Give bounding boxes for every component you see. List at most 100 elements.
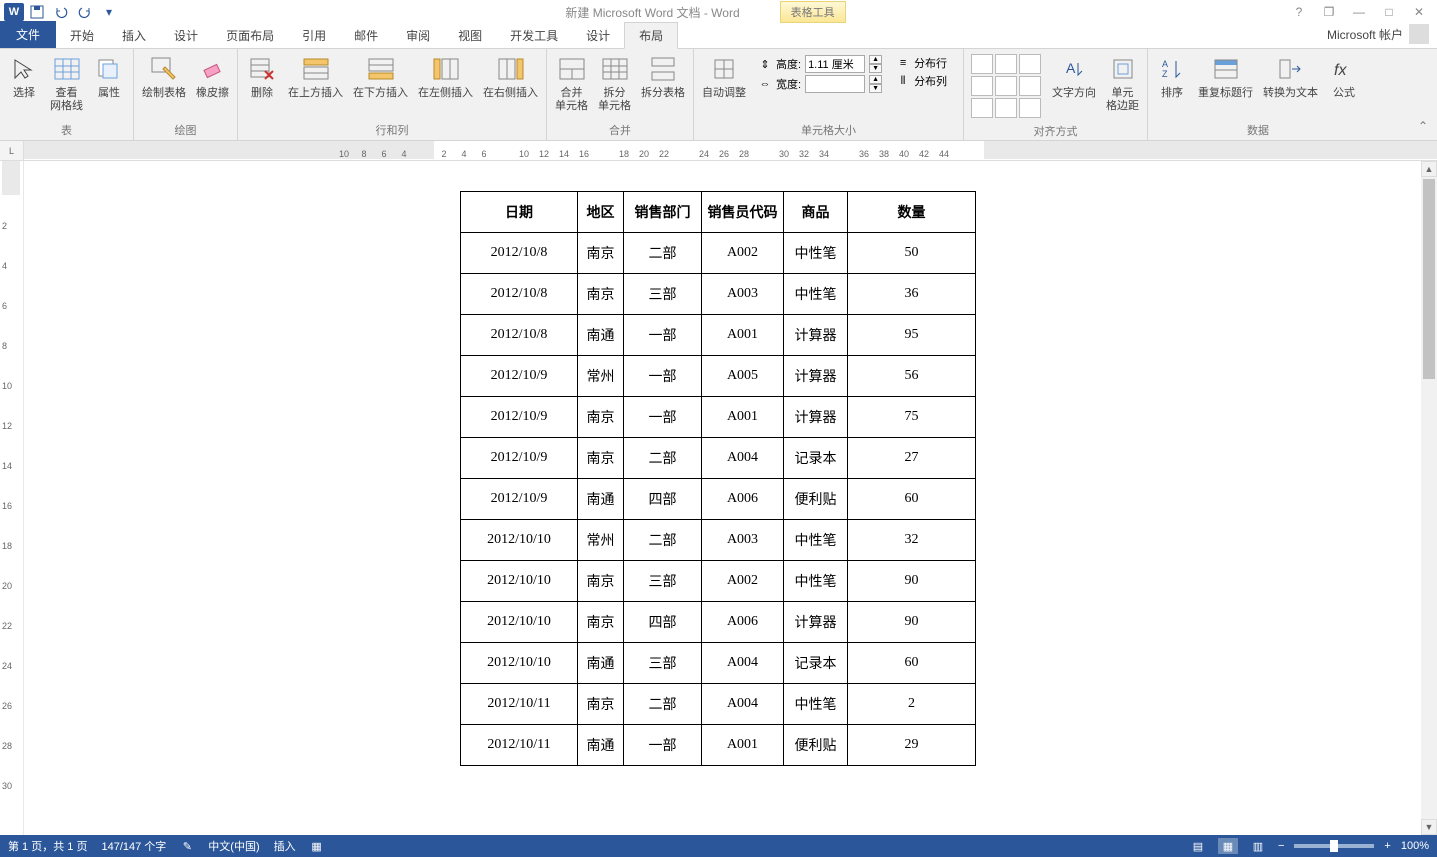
align-middle-right-button[interactable]: [1019, 76, 1041, 96]
table-header-cell[interactable]: 销售部门: [624, 192, 702, 233]
horizontal-ruler[interactable]: 1086424610121416182022242628303234363840…: [24, 141, 1437, 161]
table-cell[interactable]: A001: [702, 397, 784, 438]
table-cell[interactable]: 计算器: [784, 315, 848, 356]
table-cell[interactable]: 四部: [624, 602, 702, 643]
table-cell[interactable]: 2012/10/8: [461, 274, 578, 315]
sort-button[interactable]: AZ排序: [1152, 51, 1192, 102]
table-header-cell[interactable]: 地区: [578, 192, 624, 233]
table-header-cell[interactable]: 日期: [461, 192, 578, 233]
table-cell[interactable]: 南京: [578, 684, 624, 725]
maximize-icon[interactable]: □: [1381, 4, 1397, 20]
table-cell[interactable]: 南通: [578, 725, 624, 766]
table-header-cell[interactable]: 数量: [848, 192, 976, 233]
table-cell[interactable]: 2012/10/8: [461, 233, 578, 274]
table-cell[interactable]: 南通: [578, 643, 624, 684]
autofit-button[interactable]: 自动调整: [698, 51, 750, 102]
insert-right-button[interactable]: 在右侧插入: [479, 51, 542, 102]
close-icon[interactable]: ✕: [1411, 4, 1427, 20]
table-cell[interactable]: 计算器: [784, 356, 848, 397]
table-cell[interactable]: 95: [848, 315, 976, 356]
table-cell[interactable]: A002: [702, 561, 784, 602]
align-middle-left-button[interactable]: [971, 76, 993, 96]
table-cell[interactable]: 计算器: [784, 602, 848, 643]
table-cell[interactable]: 中性笔: [784, 684, 848, 725]
table-cell[interactable]: A004: [702, 643, 784, 684]
table-cell[interactable]: 南京: [578, 233, 624, 274]
customize-qat-icon[interactable]: ▾: [98, 1, 120, 23]
print-layout-icon[interactable]: ▦: [1218, 838, 1238, 854]
table-cell[interactable]: 一部: [624, 356, 702, 397]
table-cell[interactable]: 32: [848, 520, 976, 561]
table-cell[interactable]: 一部: [624, 725, 702, 766]
table-cell[interactable]: 便利贴: [784, 725, 848, 766]
zoom-level[interactable]: 100%: [1401, 840, 1429, 852]
table-cell[interactable]: 2012/10/11: [461, 684, 578, 725]
macro-icon[interactable]: ▦: [310, 839, 324, 853]
table-cell[interactable]: 二部: [624, 684, 702, 725]
table-cell[interactable]: 2012/10/9: [461, 479, 578, 520]
table-cell[interactable]: A005: [702, 356, 784, 397]
table-cell[interactable]: A003: [702, 274, 784, 315]
table-cell[interactable]: 中性笔: [784, 561, 848, 602]
tab-page-layout[interactable]: 页面布局: [212, 23, 288, 48]
align-bottom-left-button[interactable]: [971, 98, 993, 118]
account-link[interactable]: Microsoft 帐户: [1319, 20, 1437, 48]
table-cell[interactable]: 2012/10/9: [461, 397, 578, 438]
insert-below-button[interactable]: 在下方插入: [349, 51, 412, 102]
tab-table-design[interactable]: 设计: [572, 23, 624, 48]
ruler-corner[interactable]: L: [0, 141, 24, 161]
table-cell[interactable]: 南京: [578, 274, 624, 315]
table-cell[interactable]: 2012/10/8: [461, 315, 578, 356]
height-spin-up-icon[interactable]: ▲: [869, 55, 882, 64]
width-spin-up-icon[interactable]: ▲: [869, 75, 882, 84]
table-cell[interactable]: 60: [848, 643, 976, 684]
table-cell[interactable]: 南京: [578, 397, 624, 438]
properties-button[interactable]: 属性: [89, 51, 129, 102]
draw-table-button[interactable]: 绘制表格: [138, 51, 190, 102]
table-cell[interactable]: 三部: [624, 643, 702, 684]
tab-home[interactable]: 开始: [56, 23, 108, 48]
table-cell[interactable]: 常州: [578, 356, 624, 397]
collapse-ribbon-icon[interactable]: ⌃: [1415, 118, 1431, 134]
table-cell[interactable]: 29: [848, 725, 976, 766]
restore-ribbon-icon[interactable]: ❐: [1321, 4, 1337, 20]
table-cell[interactable]: 56: [848, 356, 976, 397]
web-layout-icon[interactable]: ▥: [1248, 838, 1268, 854]
delete-button[interactable]: 删除: [242, 51, 282, 102]
document-canvas[interactable]: 日期地区销售部门销售员代码商品数量 2012/10/8南京二部A002中性笔50…: [24, 161, 1421, 835]
tab-insert[interactable]: 插入: [108, 23, 160, 48]
text-direction-button[interactable]: A文字方向: [1048, 51, 1100, 102]
insert-mode[interactable]: 插入: [274, 838, 296, 854]
tab-references[interactable]: 引用: [288, 23, 340, 48]
eraser-button[interactable]: 橡皮擦: [192, 51, 233, 102]
tab-developer[interactable]: 开发工具: [496, 23, 572, 48]
tab-mailings[interactable]: 邮件: [340, 23, 392, 48]
table-header-cell[interactable]: 商品: [784, 192, 848, 233]
vertical-scrollbar[interactable]: ▲ ▼: [1421, 161, 1437, 835]
table-cell[interactable]: 二部: [624, 233, 702, 274]
table-cell[interactable]: 南京: [578, 438, 624, 479]
height-input[interactable]: [805, 55, 865, 73]
table-cell[interactable]: 便利贴: [784, 479, 848, 520]
height-spin-down-icon[interactable]: ▼: [869, 64, 882, 73]
vertical-ruler[interactable]: 24681012141618202224262830: [0, 161, 24, 835]
table-cell[interactable]: A004: [702, 438, 784, 479]
table-cell[interactable]: 南通: [578, 315, 624, 356]
table-cell[interactable]: 中性笔: [784, 520, 848, 561]
data-table[interactable]: 日期地区销售部门销售员代码商品数量 2012/10/8南京二部A002中性笔50…: [460, 191, 976, 766]
tab-design[interactable]: 设计: [160, 23, 212, 48]
table-cell[interactable]: 南京: [578, 602, 624, 643]
table-cell[interactable]: 2: [848, 684, 976, 725]
redo-icon[interactable]: [74, 1, 96, 23]
insert-left-button[interactable]: 在左侧插入: [414, 51, 477, 102]
table-cell[interactable]: 中性笔: [784, 274, 848, 315]
word-app-icon[interactable]: W: [4, 3, 24, 21]
tab-review[interactable]: 审阅: [392, 23, 444, 48]
insert-above-button[interactable]: 在上方插入: [284, 51, 347, 102]
table-cell[interactable]: A006: [702, 479, 784, 520]
table-cell[interactable]: 南京: [578, 561, 624, 602]
table-cell[interactable]: 2012/10/10: [461, 520, 578, 561]
split-cells-button[interactable]: 拆分 单元格: [594, 51, 635, 115]
read-mode-icon[interactable]: ▤: [1188, 838, 1208, 854]
view-gridlines-button[interactable]: 查看 网格线: [46, 51, 87, 115]
